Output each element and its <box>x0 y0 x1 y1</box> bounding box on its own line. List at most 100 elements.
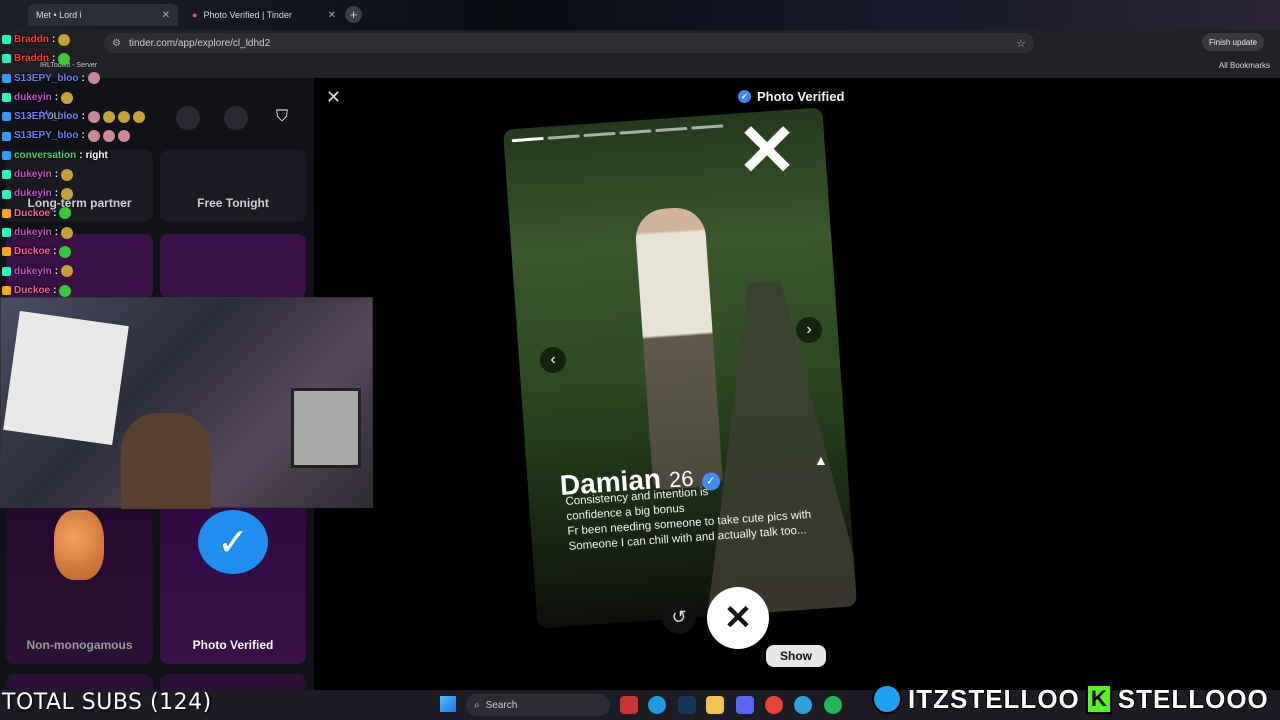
chat-user: conversation <box>14 149 77 161</box>
show-button[interactable]: Show <box>766 645 826 667</box>
info-arrow-icon[interactable]: ▲ <box>814 452 828 468</box>
nope-button[interactable]: ✕ <box>707 587 769 649</box>
chat-line: Braddn: <box>2 49 302 68</box>
card-photo-verified[interactable]: ✓ Photo Verified <box>160 500 306 664</box>
chat-line: Braddn: <box>2 30 302 49</box>
chat-user: dukeyin <box>14 169 52 181</box>
chat-line: Duckoe: <box>2 242 302 261</box>
sign-board <box>3 310 129 446</box>
tab-label: Photo Verified | Tinder <box>203 10 292 20</box>
chat-message: right <box>85 149 108 161</box>
chat-line: dukeyin: <box>2 184 302 203</box>
discord-icon[interactable] <box>736 696 754 714</box>
chat-user: S13EPY_bloo <box>14 130 79 142</box>
edge-icon[interactable] <box>648 696 666 714</box>
monitor <box>291 388 361 468</box>
profile-photo-person <box>633 205 724 491</box>
emote-icon <box>117 130 130 143</box>
total-subs-counter: TOTAL SUBS (124) <box>2 690 212 715</box>
kick-handle: STELLOOO <box>1117 683 1269 715</box>
search-label: Search <box>485 699 518 711</box>
emote-icon <box>132 110 145 123</box>
kick-icon: K <box>1085 684 1112 714</box>
chat-line: Duckoe: <box>2 204 302 223</box>
emote-icon <box>61 188 74 201</box>
webcam-feed <box>0 297 373 509</box>
chat-line: dukeyin: <box>2 165 302 184</box>
card-label: Non-monogamous <box>26 638 133 652</box>
photo-progress-segment <box>583 131 616 138</box>
verified-badge-icon: ✓ <box>738 90 751 103</box>
chat-user: Duckoe <box>14 246 51 258</box>
app-icon[interactable] <box>620 696 638 714</box>
chat-line: S13EPY_bloo: <box>2 69 302 88</box>
twitter-icon <box>872 684 902 714</box>
streamer-figure <box>121 413 211 509</box>
emote-icon <box>87 110 100 123</box>
stream-chat-overlay: Braddn: Braddn: S13EPY_bloo: dukeyin: S1… <box>2 30 302 300</box>
emote-icon <box>87 72 100 85</box>
steam-icon[interactable] <box>678 696 696 714</box>
card-label: Photo Verified <box>192 638 274 652</box>
search-icon: ⌕ <box>474 699 480 711</box>
emote-icon <box>61 91 74 104</box>
photo-progress-segment <box>511 136 544 143</box>
telegram-icon[interactable] <box>794 696 812 714</box>
tinder-flame-icon: ● <box>192 10 198 20</box>
chat-user: S13EPY_bloo <box>14 111 79 123</box>
emote-icon <box>58 52 71 65</box>
rewind-button[interactable]: ↺ <box>662 600 696 634</box>
emote-icon <box>61 265 74 278</box>
emote-icon <box>117 110 130 123</box>
social-handles: ITZSTELLOO K STELLOOO <box>872 682 1269 716</box>
close-tab-icon[interactable]: ✕ <box>328 10 336 21</box>
chat-line: S13EPY_bloo: <box>2 126 302 145</box>
chat-user: dukeyin <box>14 188 52 200</box>
emote-icon <box>61 226 74 239</box>
close-icon[interactable]: ✕ <box>326 88 344 106</box>
bookmark-star-icon[interactable]: ☆ <box>1016 37 1026 50</box>
taskbar-search[interactable]: ⌕ Search <box>466 694 610 716</box>
emote-icon <box>59 284 72 297</box>
photo-progress-segment <box>547 134 580 140</box>
photo-progress-segment <box>619 129 652 135</box>
chat-user: dukeyin <box>14 91 52 103</box>
browser-tab-active[interactable]: Met • Lord i ✕ <box>28 4 178 26</box>
twitter-handle: ITZSTELLOO <box>907 683 1080 715</box>
emote-icon <box>59 207 72 220</box>
new-tab-button[interactable]: + <box>345 6 362 23</box>
header-text: Photo Verified <box>757 89 845 104</box>
tab-label: Met • Lord i <box>36 10 82 20</box>
all-bookmarks[interactable]: All Bookmarks <box>1219 61 1270 70</box>
windows-start-icon[interactable] <box>440 696 456 712</box>
emote-icon <box>58 33 71 46</box>
chat-line: conversation: right <box>2 146 302 165</box>
chat-user: Braddn <box>14 34 49 45</box>
chat-user: Duckoe <box>14 207 51 219</box>
browser-tab-tinder[interactable]: ● Photo Verified | Tinder ✕ <box>184 4 344 26</box>
spotify-icon[interactable] <box>824 696 842 714</box>
emote-icon <box>102 110 115 123</box>
chat-user: Braddn <box>14 53 49 65</box>
chat-user: dukeyin <box>14 226 52 238</box>
verified-check-icon: ✓ <box>198 510 268 574</box>
emote-icon <box>87 130 100 143</box>
card-non-monogamous[interactable]: Non-monogamous <box>6 500 153 664</box>
nope-stamp-icon: ✕ <box>736 111 798 191</box>
chevron-right-icon[interactable]: › <box>796 317 822 343</box>
chat-line: dukeyin: <box>2 88 302 107</box>
chat-line: dukeyin: <box>2 223 302 242</box>
folder-icon[interactable] <box>706 696 724 714</box>
page-title: ✓ Photo Verified <box>738 89 844 104</box>
pineapple-icon <box>54 510 104 580</box>
chrome-icon[interactable] <box>765 696 783 714</box>
emote-icon <box>61 168 74 181</box>
chat-user: S13EPY_bloo <box>14 72 79 84</box>
chat-line: dukeyin: <box>2 262 302 281</box>
photo-progress-segment <box>655 126 688 133</box>
photo-progress-segment <box>691 124 724 130</box>
chat-user: dukeyin <box>14 265 52 277</box>
close-tab-icon[interactable]: ✕ <box>162 10 170 21</box>
finish-update-button[interactable]: Finish update <box>1202 33 1264 51</box>
chevron-left-icon[interactable]: ‹ <box>540 347 566 373</box>
